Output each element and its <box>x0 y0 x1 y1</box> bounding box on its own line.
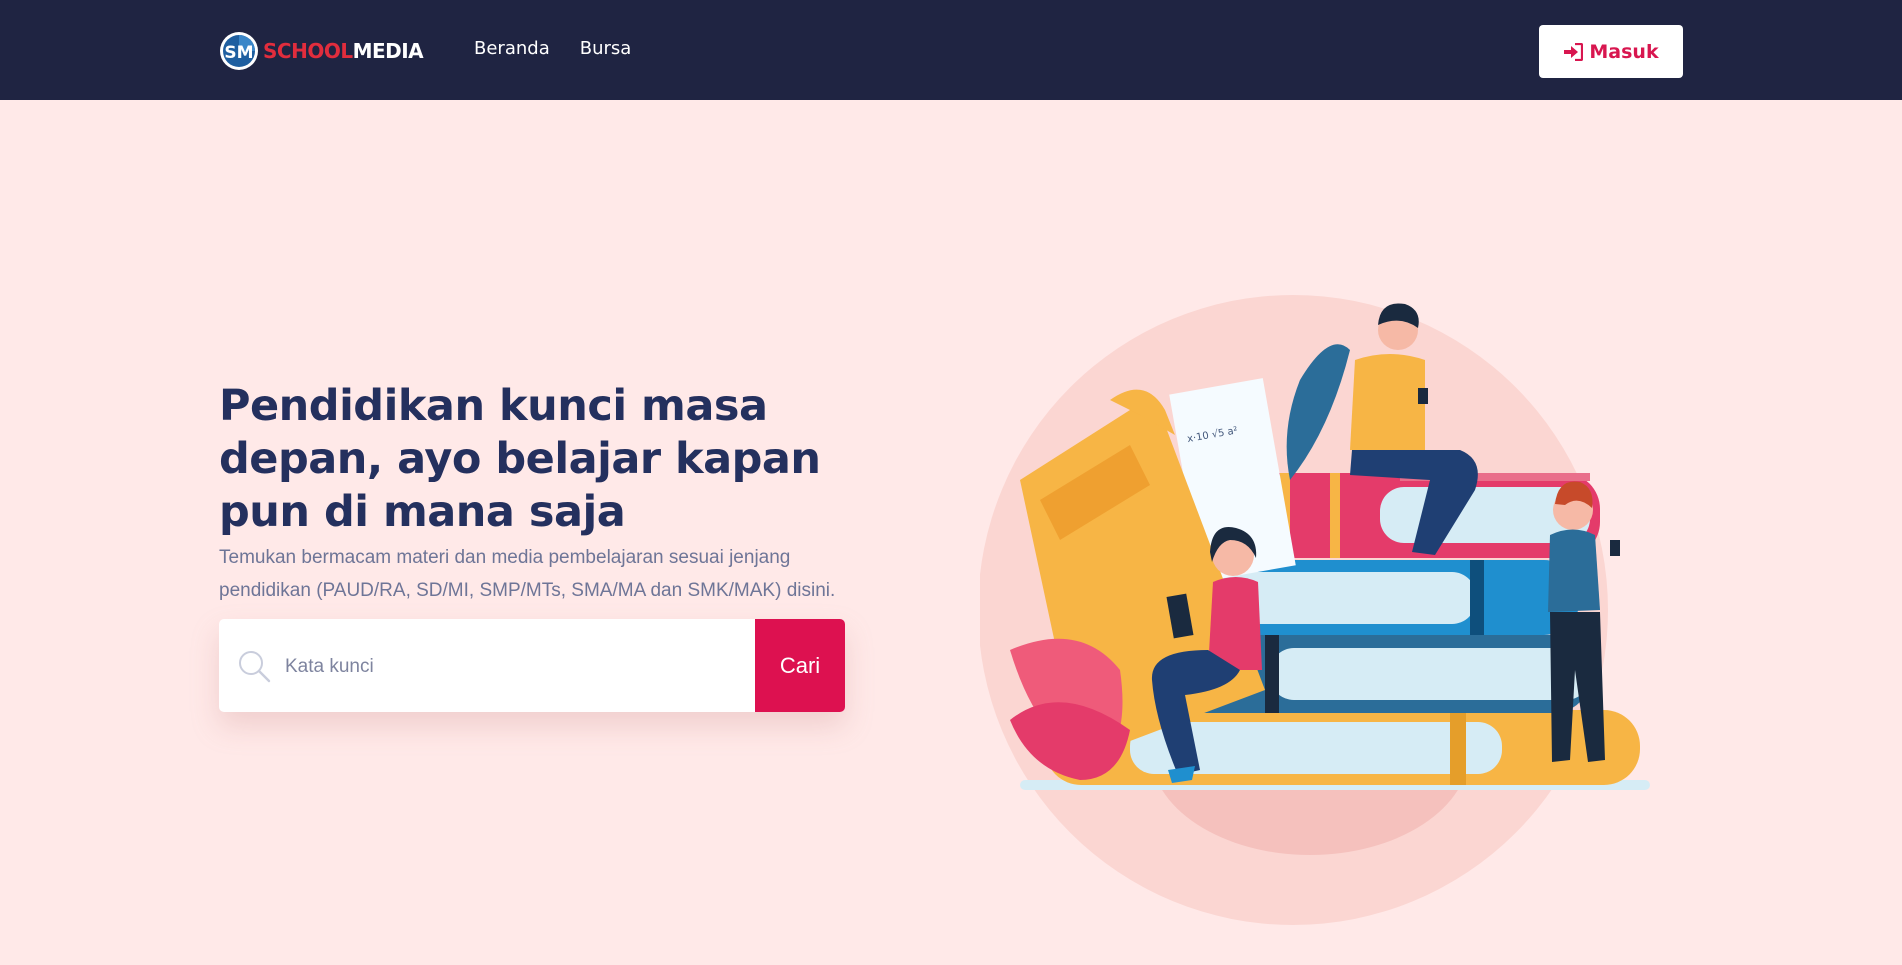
sign-in-icon <box>1564 42 1584 61</box>
hero-subtitle: Temukan bermacam materi dan media pembel… <box>219 547 836 601</box>
brand-wordmark: SCHOOLMEDIA <box>263 39 424 63</box>
brand-logo[interactable]: SM SCHOOLMEDIA <box>219 29 424 73</box>
search-input[interactable] <box>283 643 747 691</box>
search-icon <box>239 651 271 683</box>
students-reading-books-illustration: x·10 √5 a² <box>980 295 1650 925</box>
search-bar: Cari <box>219 619 845 712</box>
brand-wordmark-school: SCHOOL <box>263 39 353 63</box>
nav-beranda[interactable]: Beranda <box>474 38 550 59</box>
hero-title: Pendidikan kunci masa depan, ayo belajar… <box>219 381 821 537</box>
brand-wordmark-media: MEDIA <box>352 39 424 63</box>
login-button[interactable]: Masuk <box>1539 25 1683 78</box>
nav-menu: Beranda Bursa <box>474 38 631 59</box>
logo-mark: SM <box>224 43 253 63</box>
top-navbar: SM SCHOOLMEDIA Beranda Bursa Masuk <box>0 0 1902 100</box>
login-label: Masuk <box>1589 40 1659 63</box>
school-media-logo-icon: SM <box>220 32 258 70</box>
nav-bursa[interactable]: Bursa <box>580 38 632 59</box>
search-button[interactable]: Cari <box>755 619 845 712</box>
